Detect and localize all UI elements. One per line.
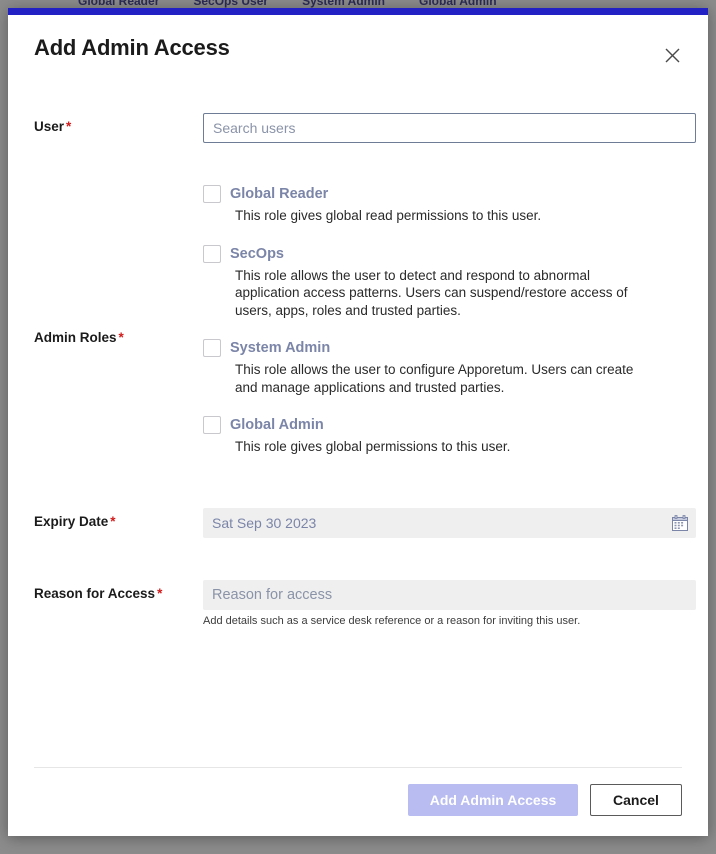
background-header-2: System Admin — [302, 0, 385, 8]
reason-help-text: Add details such as a service desk refer… — [203, 614, 581, 627]
expiry-date-required-marker: * — [110, 513, 116, 529]
expiry-date-label: Expiry Date * — [34, 508, 203, 529]
role-name-global-admin[interactable]: Global Admin — [230, 417, 324, 433]
user-field-row: User * — [34, 113, 696, 143]
close-dialog-button[interactable] — [658, 41, 686, 69]
admin-roles-row: Admin Roles * Global Reader This role giv… — [34, 185, 682, 456]
user-control — [203, 113, 696, 143]
background-header-3: Global Admin — [419, 0, 497, 8]
reason-control: Add details such as a service desk refer… — [203, 579, 696, 627]
user-required-marker: * — [66, 119, 72, 134]
role-option-global-admin: Global Admin This role gives global perm… — [203, 416, 682, 456]
role-name-system-admin[interactable]: System Admin — [230, 340, 330, 356]
admin-roles-required-marker: * — [118, 330, 124, 345]
cancel-button[interactable]: Cancel — [590, 784, 682, 816]
role-header: Global Admin — [203, 416, 682, 434]
checkbox-system-admin[interactable] — [203, 339, 221, 357]
role-header: System Admin — [203, 339, 682, 357]
background-header-1: SecOps User — [193, 0, 269, 8]
date-picker — [203, 507, 696, 538]
search-users-input[interactable] — [203, 113, 696, 143]
role-description-global-admin: This role gives global permissions to th… — [235, 439, 511, 454]
role-option-global-reader: Global Reader This role gives global rea… — [203, 185, 682, 225]
background-header-0: Global Reader — [78, 0, 160, 8]
reason-label: Reason for Access * — [34, 580, 203, 601]
dialog-header: Add Admin Access — [8, 15, 708, 101]
close-icon — [665, 48, 679, 62]
role-name-global-reader[interactable]: Global Reader — [230, 186, 328, 202]
role-header: Global Reader — [203, 185, 682, 203]
reason-label-text: Reason for Access — [34, 585, 156, 601]
role-header: SecOps — [203, 244, 682, 263]
admin-roles-list: Global Reader This role gives global rea… — [203, 185, 682, 456]
role-name-secops[interactable]: SecOps — [230, 246, 284, 262]
checkbox-global-admin[interactable] — [203, 416, 221, 434]
reason-required-marker: * — [157, 585, 163, 601]
role-option-system-admin: System Admin This role allows the user t… — [203, 339, 682, 396]
dialog-body: User* Admin Roles* Global Reader This ro… — [8, 101, 708, 767]
admin-roles-label: Admin Roles * — [34, 185, 203, 345]
role-description-system-admin: This role allows the user to configure A… — [235, 362, 634, 395]
user-label-text: User — [34, 119, 65, 134]
dialog-footer: Add Admin Access Cancel — [34, 767, 682, 836]
expiry-date-label-text: Expiry Date — [34, 513, 109, 529]
role-option-secops: SecOps This role allows the user to dete… — [203, 244, 682, 320]
dialog-title: Add Admin Access — [34, 35, 230, 60]
background-table-headers: Global Reader SecOps User System Admin G… — [0, 0, 716, 8]
expiry-date-row: Expiry Date * — [34, 507, 696, 538]
reason-for-access-input[interactable] — [203, 579, 696, 610]
checkbox-global-reader[interactable] — [203, 185, 221, 203]
user-label: User * — [34, 113, 203, 134]
role-description-secops: This role allows the user to detect and … — [235, 267, 628, 318]
role-description-global-reader: This role gives global read permissions … — [235, 208, 542, 223]
expiry-date-input[interactable] — [203, 507, 696, 538]
checkbox-secops[interactable] — [203, 244, 221, 263]
admin-roles-label-text: Admin Roles — [34, 330, 117, 345]
expiry-date-control — [203, 507, 696, 538]
reason-for-access-row: Reason for Access* Add details such as a… — [34, 579, 696, 627]
calendar-icon[interactable] — [672, 514, 688, 531]
add-admin-access-button[interactable]: Add Admin Access — [408, 784, 578, 816]
add-admin-access-dialog: Add Admin Access User* Admin Roles* — [8, 8, 708, 836]
